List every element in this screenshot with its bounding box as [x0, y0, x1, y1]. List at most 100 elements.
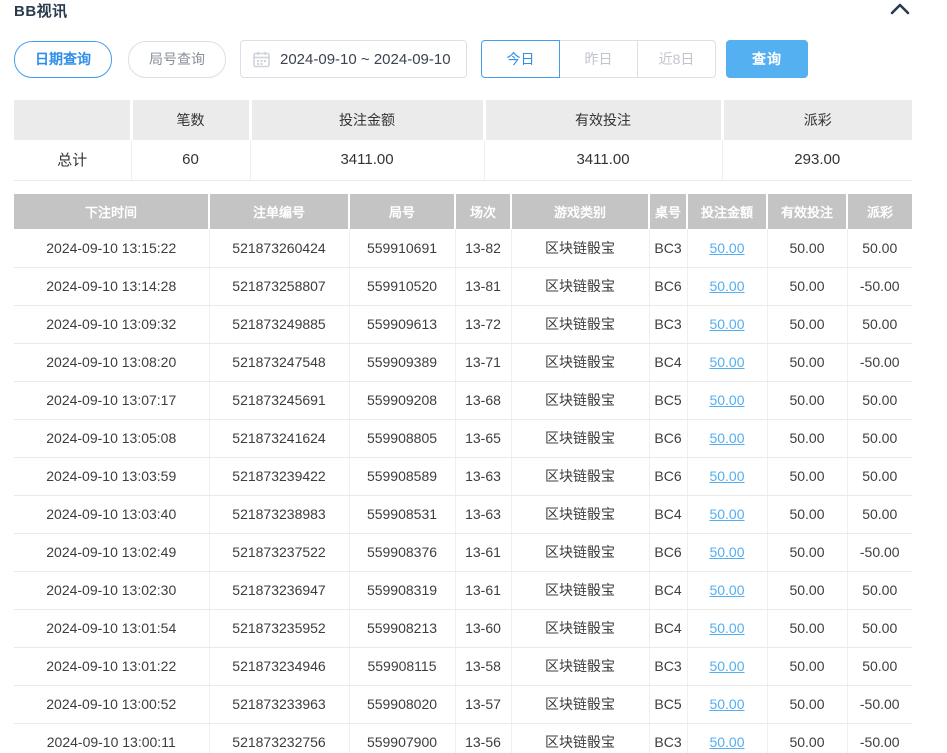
bet-column-header: 游戏类别	[511, 194, 649, 229]
filter-bar: 日期查询 局号查询 2024-09-10 ~ 2024-09-10 今日 昨日 …	[14, 40, 808, 78]
bet-cell-round-no: 559910691	[349, 229, 455, 267]
bet-amount-link[interactable]: 50.00	[709, 468, 744, 484]
bet-table-row: 2024-09-10 13:09:32521873249885559909613…	[14, 305, 912, 343]
bet-cell-bet-amount: 50.00	[687, 381, 767, 419]
bet-table-row: 2024-09-10 13:05:08521873241624559908805…	[14, 419, 912, 457]
bet-column-header: 下注时间	[14, 194, 209, 229]
bet-cell-table-no: BC6	[649, 457, 687, 495]
bet-cell-payout: 50.00	[847, 609, 912, 647]
bet-column-header: 派彩	[847, 194, 912, 229]
bet-cell-payout: -50.00	[847, 723, 912, 753]
bet-cell-table-no: BC5	[649, 685, 687, 723]
bet-amount-link[interactable]: 50.00	[709, 392, 744, 408]
bet-cell-table-no: BC4	[649, 495, 687, 533]
bet-table-row: 2024-09-10 13:02:30521873236947559908319…	[14, 571, 912, 609]
bet-cell-session: 13-58	[455, 647, 511, 685]
bet-column-header: 场次	[455, 194, 511, 229]
bet-cell-time: 2024-09-10 13:07:17	[14, 381, 209, 419]
bet-cell-bet-amount: 50.00	[687, 647, 767, 685]
bet-table-row: 2024-09-10 13:14:28521873258807559910520…	[14, 267, 912, 305]
bet-cell-game-type: 区块链骰宝	[511, 419, 649, 457]
bet-cell-valid-bet: 50.00	[767, 685, 847, 723]
bet-cell-order-no: 521873232756	[209, 723, 349, 753]
bet-cell-table-no: BC3	[649, 723, 687, 753]
bet-cell-game-type: 区块链骰宝	[511, 267, 649, 305]
bet-cell-round-no: 559908805	[349, 419, 455, 457]
bet-table-row: 2024-09-10 13:01:54521873235952559908213…	[14, 609, 912, 647]
bet-column-header: 桌号	[649, 194, 687, 229]
bet-cell-table-no: BC5	[649, 381, 687, 419]
bet-table-row: 2024-09-10 13:03:59521873239422559908589…	[14, 457, 912, 495]
bet-cell-time: 2024-09-10 13:09:32	[14, 305, 209, 343]
bet-cell-game-type: 区块链骰宝	[511, 533, 649, 571]
bet-cell-bet-amount: 50.00	[687, 533, 767, 571]
bet-table-body: 2024-09-10 13:15:22521873260424559910691…	[14, 229, 912, 753]
bet-amount-link[interactable]: 50.00	[709, 506, 744, 522]
summary-header-count: 笔数	[131, 100, 250, 140]
bet-table-row: 2024-09-10 13:00:11521873232756559907900…	[14, 723, 912, 753]
bet-amount-link[interactable]: 50.00	[709, 430, 744, 446]
bet-amount-link[interactable]: 50.00	[709, 696, 744, 712]
bet-cell-valid-bet: 50.00	[767, 457, 847, 495]
bet-cell-table-no: BC3	[649, 647, 687, 685]
bet-amount-link[interactable]: 50.00	[709, 734, 744, 750]
summary-header-payout: 派彩	[722, 100, 912, 140]
summary-total-label: 总计	[14, 140, 131, 180]
yesterday-button[interactable]: 昨日	[559, 40, 638, 78]
bet-amount-link[interactable]: 50.00	[709, 316, 744, 332]
bet-cell-game-type: 区块链骰宝	[511, 723, 649, 753]
last8days-button[interactable]: 近8日	[637, 40, 716, 78]
bet-cell-game-type: 区块链骰宝	[511, 685, 649, 723]
bet-cell-valid-bet: 50.00	[767, 609, 847, 647]
bet-table-row: 2024-09-10 13:07:17521873245691559909208…	[14, 381, 912, 419]
bet-cell-time: 2024-09-10 13:03:40	[14, 495, 209, 533]
bet-cell-game-type: 区块链骰宝	[511, 343, 649, 381]
bet-cell-valid-bet: 50.00	[767, 533, 847, 571]
bet-cell-order-no: 521873245691	[209, 381, 349, 419]
bet-amount-link[interactable]: 50.00	[709, 278, 744, 294]
summary-header-valid-bet: 有效投注	[484, 100, 722, 140]
summary-total-payout: 293.00	[722, 140, 912, 180]
bet-cell-time: 2024-09-10 13:08:20	[14, 343, 209, 381]
date-query-button[interactable]: 日期查询	[14, 41, 112, 78]
summary-table: 笔数 投注金额 有效投注 派彩 总计 60 3411.00 3411.00 29…	[14, 100, 912, 181]
bet-cell-payout: -50.00	[847, 267, 912, 305]
panel-header: BB视讯	[14, 0, 933, 24]
date-range-input[interactable]: 2024-09-10 ~ 2024-09-10	[240, 40, 467, 78]
chevron-up-icon	[889, 3, 911, 20]
bet-cell-time: 2024-09-10 13:01:54	[14, 609, 209, 647]
bet-cell-round-no: 559907900	[349, 723, 455, 753]
bet-cell-time: 2024-09-10 13:00:11	[14, 723, 209, 753]
bet-cell-order-no: 521873249885	[209, 305, 349, 343]
bet-cell-payout: 50.00	[847, 571, 912, 609]
bet-cell-valid-bet: 50.00	[767, 267, 847, 305]
bet-cell-bet-amount: 50.00	[687, 571, 767, 609]
page-title: BB视讯	[14, 0, 68, 21]
bet-cell-game-type: 区块链骰宝	[511, 609, 649, 647]
collapse-panel-button[interactable]	[889, 2, 911, 16]
bet-cell-game-type: 区块链骰宝	[511, 305, 649, 343]
bet-amount-link[interactable]: 50.00	[709, 354, 744, 370]
bet-cell-session: 13-56	[455, 723, 511, 753]
bet-cell-round-no: 559908020	[349, 685, 455, 723]
bet-cell-payout: 50.00	[847, 381, 912, 419]
bet-cell-order-no: 521873239422	[209, 457, 349, 495]
bet-amount-link[interactable]: 50.00	[709, 544, 744, 560]
search-button[interactable]: 查询	[726, 40, 808, 78]
bet-cell-round-no: 559908115	[349, 647, 455, 685]
bet-cell-session: 13-82	[455, 229, 511, 267]
round-query-button[interactable]: 局号查询	[128, 41, 226, 78]
bet-table-row: 2024-09-10 13:03:40521873238983559908531…	[14, 495, 912, 533]
bet-cell-game-type: 区块链骰宝	[511, 571, 649, 609]
bet-cell-valid-bet: 50.00	[767, 229, 847, 267]
bet-cell-payout: -50.00	[847, 533, 912, 571]
bet-amount-link[interactable]: 50.00	[709, 620, 744, 636]
bet-cell-order-no: 521873260424	[209, 229, 349, 267]
bet-amount-link[interactable]: 50.00	[709, 240, 744, 256]
bet-cell-session: 13-61	[455, 533, 511, 571]
today-button[interactable]: 今日	[481, 40, 560, 78]
bet-amount-link[interactable]: 50.00	[709, 658, 744, 674]
bet-amount-link[interactable]: 50.00	[709, 582, 744, 598]
summary-total-count: 60	[131, 140, 250, 180]
bet-cell-payout: 50.00	[847, 229, 912, 267]
